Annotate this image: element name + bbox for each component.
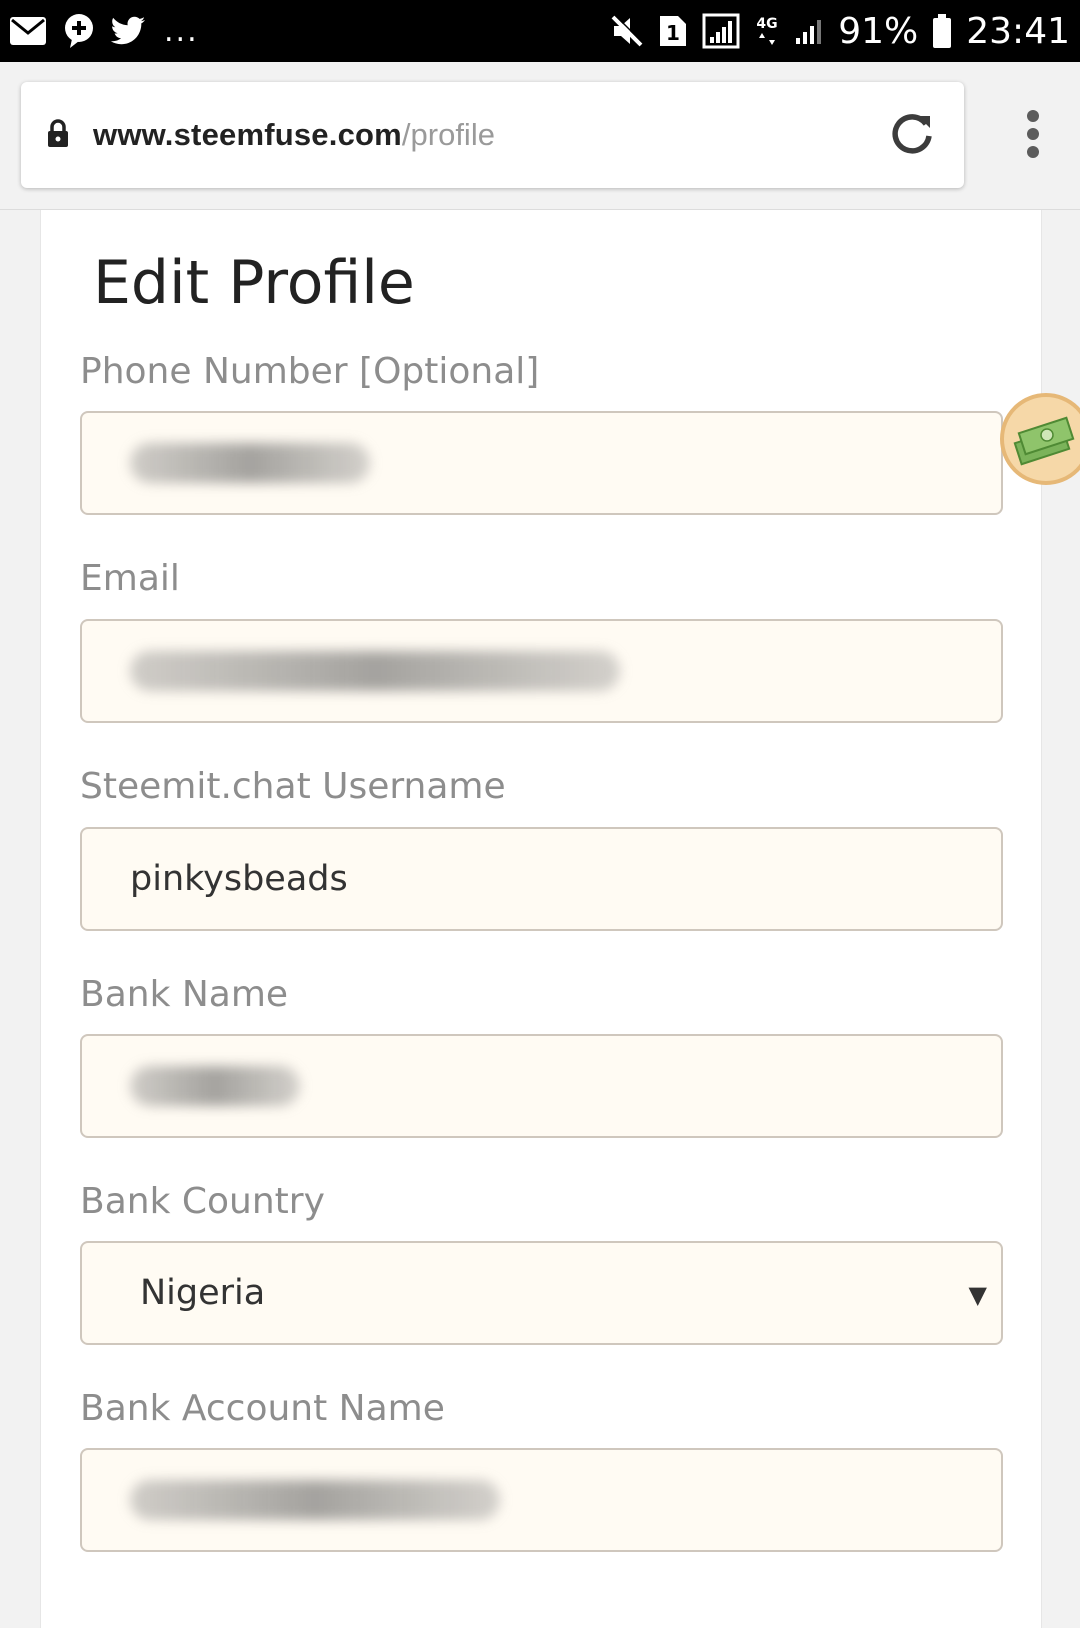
redacted-value xyxy=(130,651,620,691)
bank-account-name-label: Bank Account Name xyxy=(80,1388,445,1429)
menu-icon[interactable] xyxy=(1026,110,1040,158)
twitter-icon xyxy=(110,16,146,46)
more-notifications-indicator: ... xyxy=(164,13,199,49)
add-contact-icon xyxy=(62,13,96,49)
edit-profile-form: Edit Profile Phone Number [Optional] Ema… xyxy=(40,210,1042,1628)
redacted-value xyxy=(130,1480,500,1520)
address-bar[interactable]: www.steemfuse.com/profile xyxy=(21,82,964,188)
steemit-chat-username-input[interactable]: pinkysbeads xyxy=(80,827,1003,931)
url-path: /profile xyxy=(401,117,495,152)
dropdown-arrow-icon: ▼ xyxy=(968,1281,987,1309)
network-type: 4G xyxy=(757,16,778,32)
menu-dot xyxy=(1027,110,1039,122)
lock-icon xyxy=(47,118,77,152)
mute-icon xyxy=(610,14,644,48)
sim-slot-number: 1 xyxy=(666,21,680,45)
redacted-value xyxy=(130,1066,300,1106)
signal-icon xyxy=(702,13,740,49)
menu-dot xyxy=(1027,146,1039,158)
bank-country-label: Bank Country xyxy=(80,1181,325,1222)
bank-name-label: Bank Name xyxy=(80,974,289,1015)
email-input[interactable] xyxy=(80,619,1003,723)
page-title: Edit Profile xyxy=(93,248,415,318)
status-bar: ... 1 4G 91% 23:41 xyxy=(0,0,1080,62)
redacted-value xyxy=(130,443,370,483)
menu-dot xyxy=(1027,128,1039,140)
steemit-chat-label: Steemit.chat Username xyxy=(80,766,506,807)
bank-name-input[interactable] xyxy=(80,1034,1003,1138)
battery-icon xyxy=(932,13,952,49)
bank-account-name-input[interactable] xyxy=(80,1448,1003,1552)
bank-country-select[interactable]: Nigeria ▼ xyxy=(80,1241,1003,1345)
mail-icon xyxy=(8,15,48,47)
status-left: ... xyxy=(8,13,199,49)
url-host: www.steemfuse.com xyxy=(93,117,402,152)
browser-toolbar: www.steemfuse.com/profile xyxy=(0,62,1080,210)
sim-icon: 1 xyxy=(658,14,688,48)
clock: 23:41 xyxy=(966,10,1070,52)
reload-icon[interactable] xyxy=(888,110,936,158)
status-right: 1 4G 91% 23:41 xyxy=(610,11,1070,52)
phone-input[interactable] xyxy=(80,411,1003,515)
email-label: Email xyxy=(80,558,180,599)
signal-icon xyxy=(794,16,824,46)
network-icon: 4G xyxy=(754,13,780,49)
bank-country-value: Nigeria xyxy=(140,1273,266,1313)
phone-label: Phone Number [Optional] xyxy=(80,351,540,392)
battery-percent: 91% xyxy=(838,10,919,52)
